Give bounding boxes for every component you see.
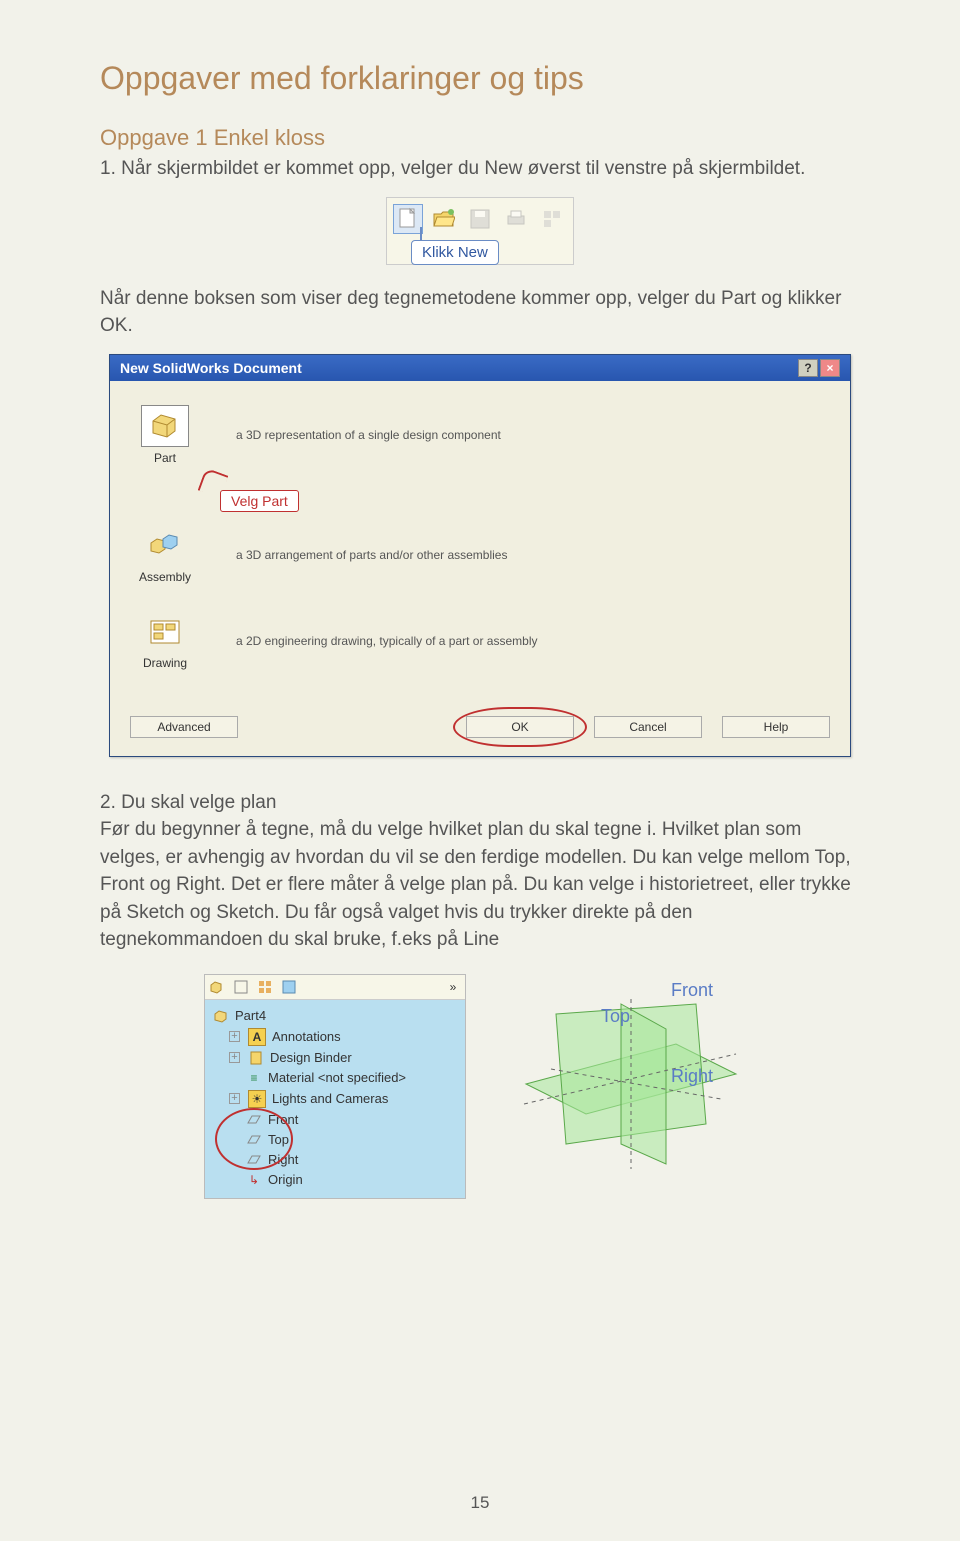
tree-item[interactable]: +AAnnotations: [213, 1026, 457, 1048]
material-icon: ≡: [246, 1070, 262, 1086]
tree-item[interactable]: +☀Lights and Cameras: [213, 1088, 457, 1110]
print-icon: [501, 204, 531, 234]
cancel-button[interactable]: Cancel: [594, 716, 702, 738]
tab-icon[interactable]: [281, 979, 297, 995]
tree-item[interactable]: ≡Material <not specified>: [213, 1068, 457, 1088]
velg-part-callout: Velg Part: [220, 490, 299, 512]
plane-icon: [246, 1132, 262, 1148]
lights-icon: ☀: [248, 1090, 266, 1108]
new-icon: [393, 204, 423, 234]
new-document-dialog: New SolidWorks Document ? × Part a 3D re…: [109, 354, 851, 757]
para-1: 1. Når skjermbildet er kommet opp, velge…: [100, 155, 860, 183]
plane-icon: [246, 1152, 262, 1168]
dialog-title-text: New SolidWorks Document: [120, 360, 302, 376]
expand-icon[interactable]: »: [445, 979, 461, 995]
ok-button[interactable]: OK: [466, 716, 574, 738]
part-desc: a 3D representation of a single design c…: [236, 428, 501, 442]
subtitle: Oppgave 1 Enkel kloss: [100, 125, 860, 151]
tree-item-front[interactable]: Front: [213, 1110, 457, 1130]
help-button[interactable]: Help: [722, 716, 830, 738]
tree-item-top[interactable]: Top: [213, 1130, 457, 1150]
plane-icon: [246, 1112, 262, 1128]
drawing-desc: a 2D engineering drawing, typically of a…: [236, 634, 538, 648]
drawing-label: Drawing: [130, 656, 200, 670]
assembly-icon[interactable]: [142, 526, 188, 566]
binder-icon: [248, 1050, 264, 1066]
klikk-new-callout: Klikk New: [411, 240, 499, 265]
para-3-lead: 2. Du skal velge plan: [100, 789, 860, 817]
right-label: Right: [671, 1066, 713, 1087]
tree-item[interactable]: +Design Binder: [213, 1048, 457, 1068]
tree-root[interactable]: Part4: [213, 1006, 457, 1026]
tree-item-right[interactable]: Right: [213, 1150, 457, 1170]
part-icon[interactable]: [141, 405, 189, 447]
close-icon[interactable]: ×: [820, 359, 840, 377]
planes-diagram: Front Top Right: [496, 974, 756, 1199]
drawing-icon[interactable]: [142, 612, 188, 652]
part-icon: [213, 1008, 229, 1024]
tab-icon[interactable]: [233, 979, 249, 995]
annotations-icon: A: [248, 1028, 266, 1046]
advanced-button[interactable]: Advanced: [130, 716, 238, 738]
tool-icon: [537, 204, 567, 234]
open-icon: [429, 204, 459, 234]
para-3: Før du begynner å tegne, må du velge hvi…: [100, 819, 851, 950]
tree-root-label: Part4: [235, 1008, 266, 1023]
toolbar-screenshot: Klikk New: [386, 197, 574, 265]
feature-tree-tab-icon[interactable]: [209, 979, 225, 995]
part-label: Part: [130, 451, 200, 465]
top-label: Top: [601, 1006, 630, 1027]
page-title: Oppgaver med forklaringer og tips: [100, 60, 860, 97]
page: Oppgaver med forklaringer og tips Oppgav…: [0, 0, 960, 1541]
feature-tree-panel: » Part4 +AAnnotations +Design Binder ≡Ma…: [204, 974, 466, 1199]
origin-icon: ↳: [246, 1172, 262, 1188]
tree-item-origin[interactable]: ↳Origin: [213, 1170, 457, 1190]
page-number: 15: [0, 1493, 960, 1513]
para-2: Når denne boksen som viser deg tegnemeto…: [100, 285, 860, 340]
save-icon: [465, 204, 495, 234]
help-icon[interactable]: ?: [798, 359, 818, 377]
front-label: Front: [671, 980, 713, 1001]
assembly-label: Assembly: [130, 570, 200, 584]
tab-icon[interactable]: [257, 979, 273, 995]
assembly-desc: a 3D arrangement of parts and/or other a…: [236, 548, 507, 562]
